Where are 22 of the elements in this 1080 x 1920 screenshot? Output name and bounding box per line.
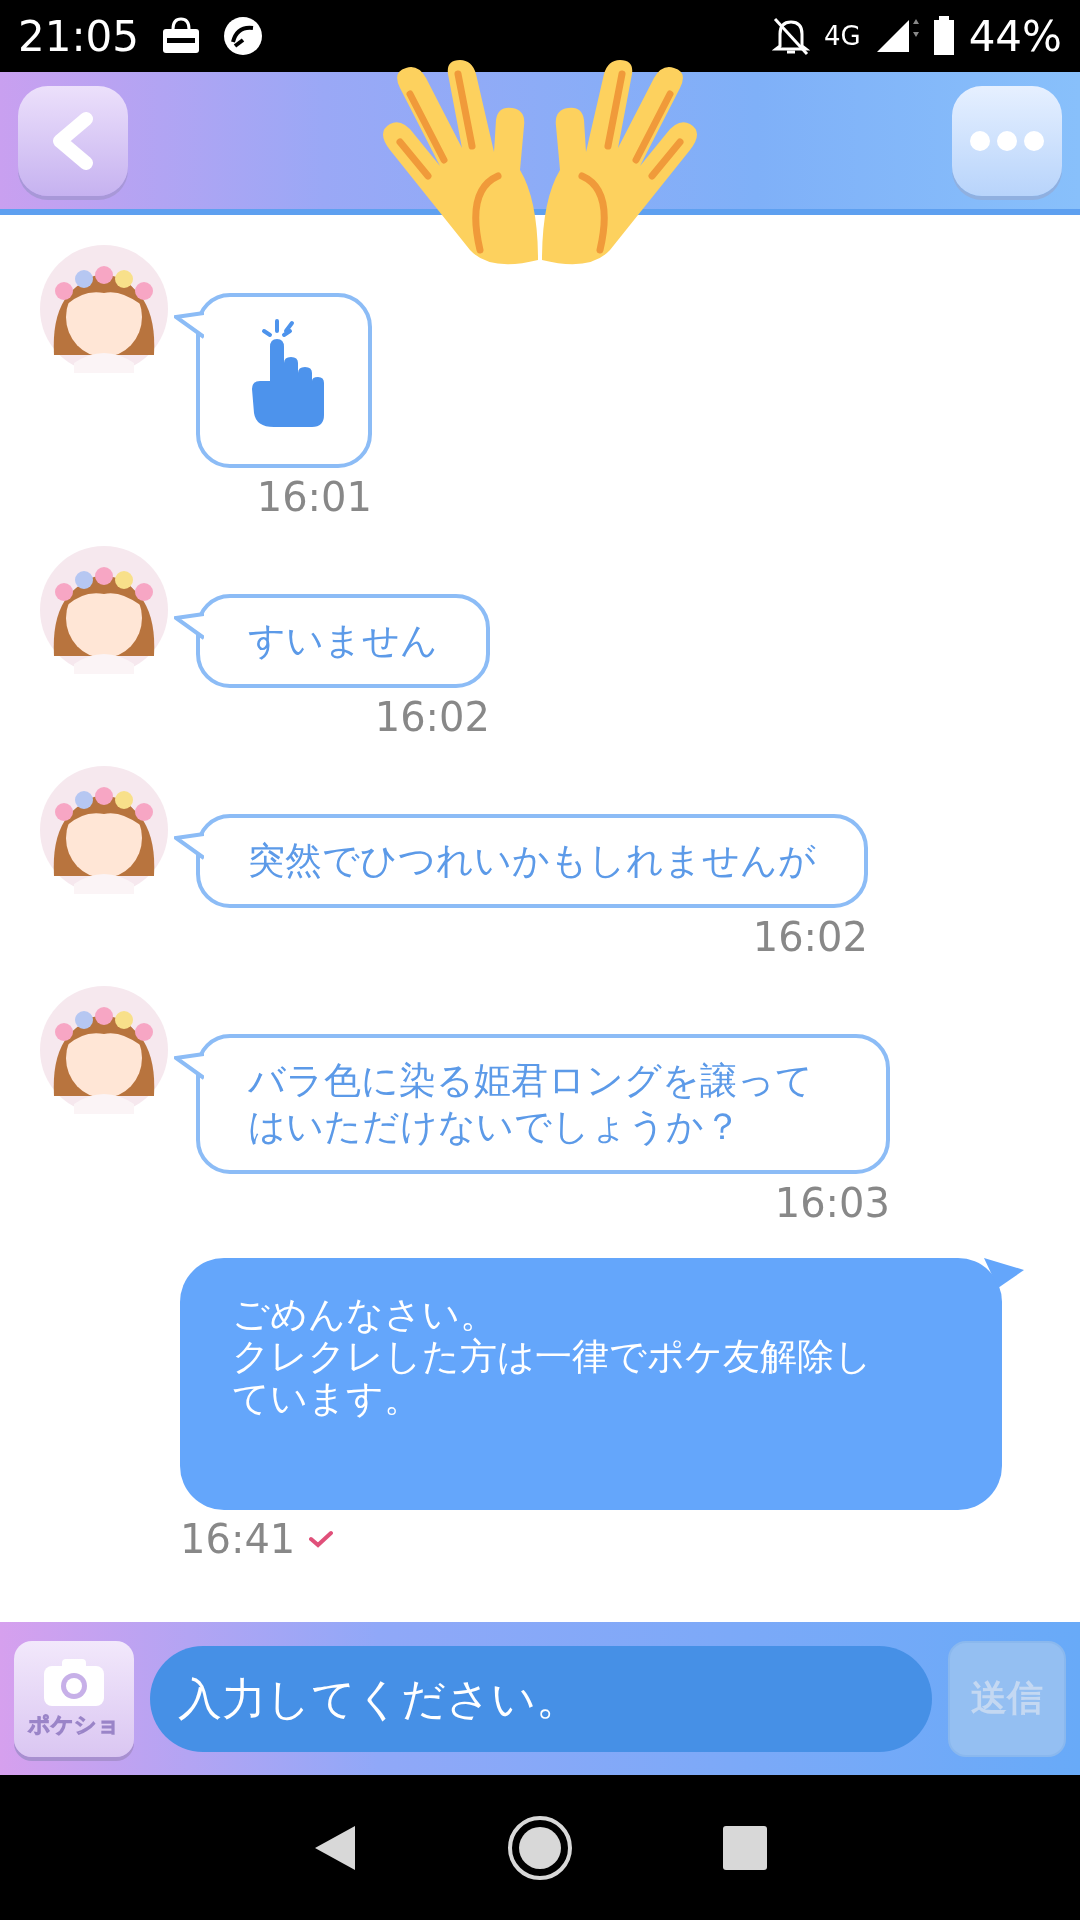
message-text: 突然でひつれいかもしれませんが [248,838,816,884]
recents-nav-icon[interactable] [723,1825,767,1870]
battery-percentage: 44% [968,11,1062,61]
home-nav-icon[interactable] [507,1814,573,1881]
message-input[interactable]: 入力してください。 [150,1645,932,1752]
message-text: クレクレした方は一律でポケ友解除しています。 [232,1336,872,1420]
camera-icon [42,1657,106,1708]
message-text: すいません [248,618,438,664]
muted-bell-icon [771,16,810,56]
message-text: バラ色に染る姫君ロングを譲ってはいただけないでしょうか？ [248,1058,814,1150]
timestamp: 16:01 [256,474,372,520]
network-type: 4G [823,21,861,51]
timestamp: 16:41 [180,1516,296,1562]
timestamp: 16:02 [752,914,868,960]
more-icon [969,129,1045,152]
message-text: ごめんなさい。 [232,1294,498,1336]
back-nav-icon[interactable] [313,1823,357,1872]
clock: 21:05 [18,11,140,61]
timestamp: 16:03 [774,1180,890,1226]
timestamp: 16:02 [374,694,490,740]
battery-icon [932,16,955,56]
shopping-bag-icon [161,17,202,55]
